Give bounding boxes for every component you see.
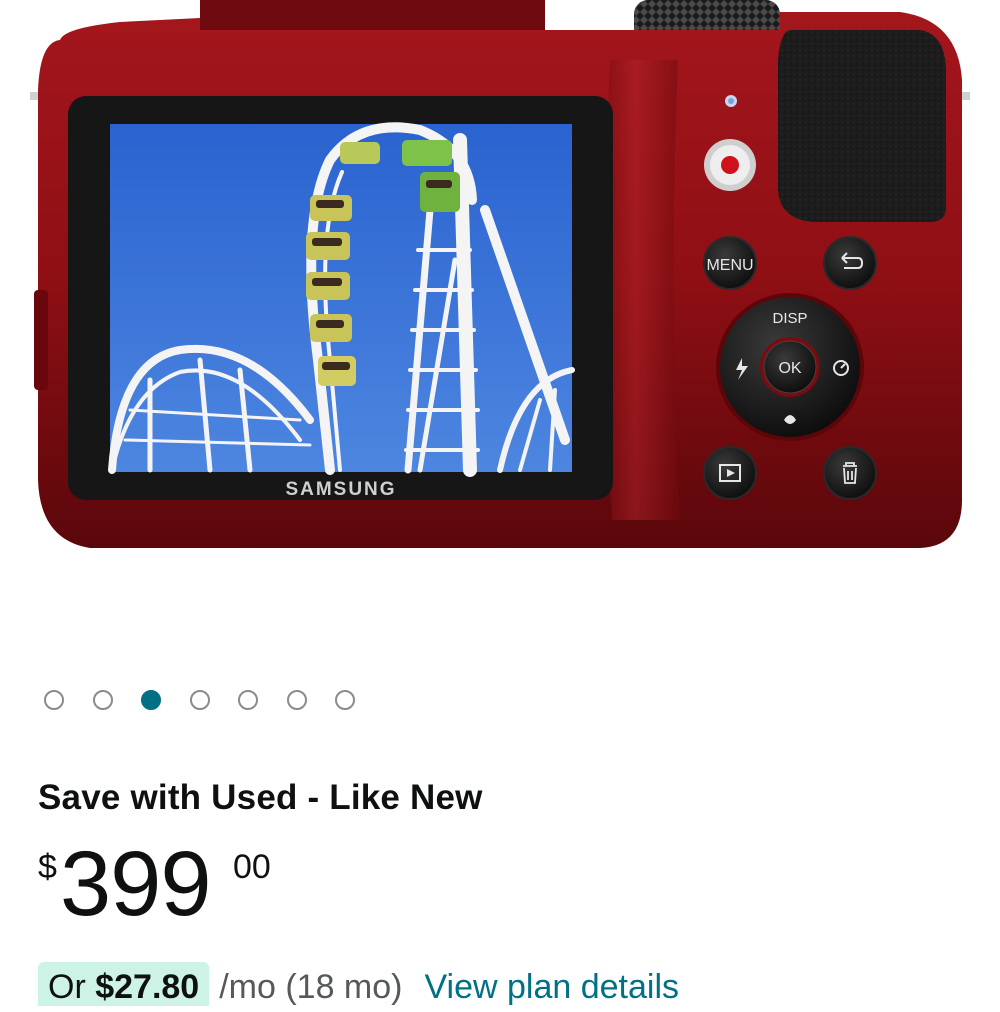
monthly-prefix: Or — [48, 968, 96, 1006]
monthly-amount: $27.80 — [95, 968, 200, 1006]
ok-button-label: OK — [778, 360, 801, 377]
carousel-dot[interactable] — [335, 690, 355, 710]
carousel-dot[interactable] — [286, 690, 307, 710]
carousel-dot[interactable] — [238, 690, 258, 710]
price-currency-symbol: $ — [38, 848, 57, 886]
carousel-dot[interactable] — [189, 690, 210, 710]
image-carousel-indicator — [44, 688, 384, 712]
view-plan-details-link[interactable]: View plan details — [424, 962, 679, 1007]
price-fraction: 00 — [233, 848, 271, 886]
camera-back-illustration: SAMSUNG MENU OK DISP — [30, 0, 970, 548]
carousel-dot[interactable] — [92, 690, 113, 710]
carousel-dot[interactable] — [44, 690, 64, 710]
monthly-payment-badge: Or $27.80 — [38, 962, 210, 1006]
monthly-term: /mo (18 mo) — [219, 968, 403, 1006]
screen-brand-label: SAMSUNG — [285, 479, 396, 500]
carousel-dot[interactable] — [141, 690, 161, 710]
disp-button-label: DISP — [772, 310, 807, 327]
used-offer-heading[interactable]: Save with Used - Like New — [38, 778, 483, 818]
menu-button-label: MENU — [706, 257, 753, 274]
monthly-payment-row: Or $27.80 /mo (18 mo) View plan details — [38, 962, 679, 1012]
price-whole: 399 — [60, 833, 211, 935]
product-image[interactable]: SAMSUNG MENU OK DISP — [0, 0, 1000, 600]
